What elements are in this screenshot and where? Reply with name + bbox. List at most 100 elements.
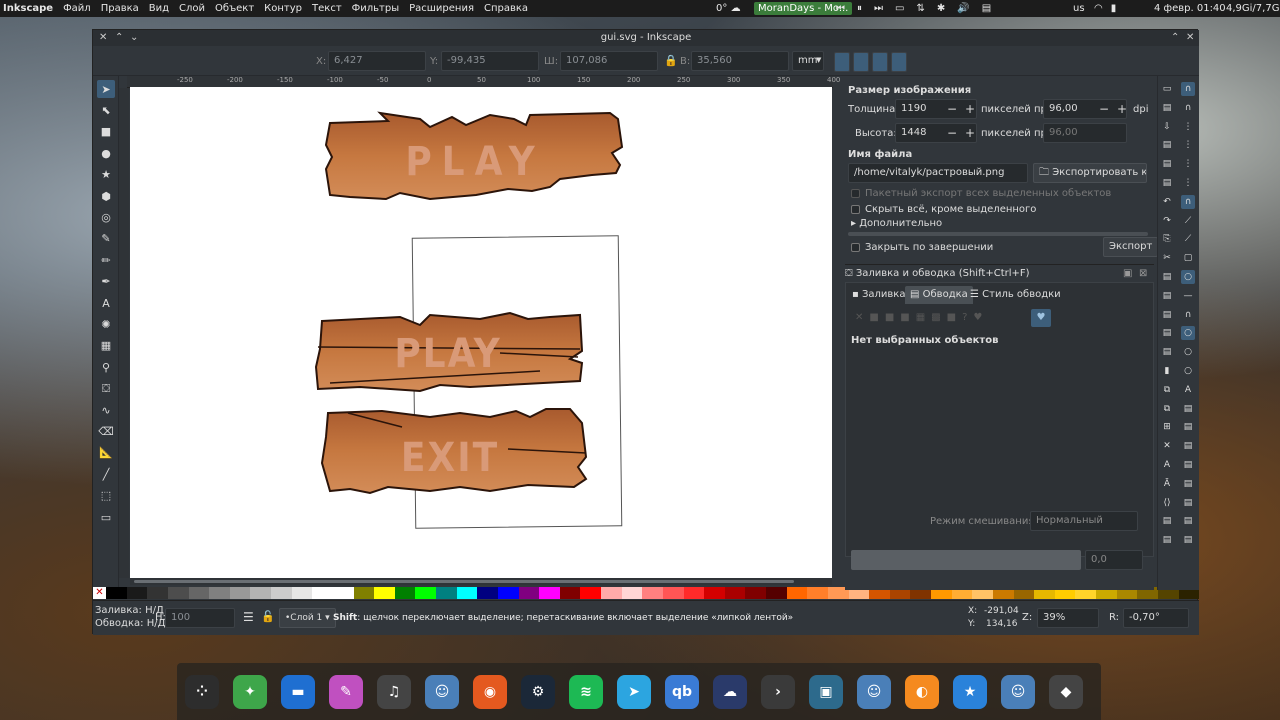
godot2-icon[interactable]: ☺ xyxy=(857,675,891,709)
dropper-tool-icon[interactable]: ⚲ xyxy=(97,358,115,376)
w-field[interactable]: 107,086 xyxy=(560,51,658,71)
color-swatch[interactable] xyxy=(271,587,292,599)
menu-4[interactable]: Объект xyxy=(210,3,259,14)
mesh-gradient-icon[interactable]: ▦ xyxy=(916,312,925,326)
color-swatch[interactable] xyxy=(745,587,766,599)
color-swatch[interactable] xyxy=(147,587,168,599)
color-swatch[interactable] xyxy=(724,587,746,599)
battery-icon[interactable]: ▮ xyxy=(1111,3,1117,14)
command-icon[interactable]: ⟨⟩ xyxy=(1160,496,1174,510)
snap-icon[interactable]: ⟋ xyxy=(1181,214,1195,228)
qbittorrent-icon[interactable]: qb xyxy=(665,675,699,709)
command-icon[interactable]: ▤ xyxy=(1160,533,1174,547)
rect-tool-icon[interactable]: ■ xyxy=(97,123,115,141)
snap-icon[interactable]: ▤ xyxy=(1181,496,1195,510)
filename-field[interactable]: /home/vitalyk/растровый.png xyxy=(848,163,1028,183)
color-swatch[interactable] xyxy=(456,587,478,599)
menu-9[interactable]: Справка xyxy=(479,3,533,14)
color-swatch[interactable] xyxy=(807,587,828,599)
tab-fill[interactable]: ▪ Заливка xyxy=(847,286,910,304)
3dbox-tool-icon[interactable]: ⬢ xyxy=(97,187,115,205)
snap-icon[interactable]: A xyxy=(1181,383,1195,397)
snap-icon[interactable]: ▤ xyxy=(1181,420,1195,434)
firefox-icon[interactable]: ◉ xyxy=(473,675,507,709)
keyboard-layout[interactable]: us xyxy=(1073,0,1085,17)
color-swatch[interactable] xyxy=(415,587,436,599)
color-swatch[interactable] xyxy=(312,587,333,599)
height-minus-icon[interactable]: − xyxy=(947,126,957,140)
vertical-ruler[interactable] xyxy=(119,88,129,578)
snap-icon[interactable]: ⟋ xyxy=(1181,232,1195,246)
spiral-tool-icon[interactable]: ◎ xyxy=(97,208,115,226)
menu-7[interactable]: Фильтры xyxy=(347,3,404,14)
snap-icon[interactable]: ⋮ xyxy=(1181,157,1195,171)
command-icon[interactable]: ⧉ xyxy=(1160,383,1174,397)
color-swatch[interactable] xyxy=(209,587,230,599)
dpi-field[interactable]: 96,00 xyxy=(1043,99,1127,119)
snap-icon[interactable]: ∩ xyxy=(1181,101,1195,115)
color-swatch[interactable] xyxy=(229,587,251,599)
command-icon[interactable]: ↷ xyxy=(1160,214,1174,228)
command-icon[interactable]: ▤ xyxy=(1160,514,1174,528)
command-icon[interactable]: ✂ xyxy=(1160,251,1174,265)
color-swatch[interactable] xyxy=(559,587,581,599)
page-tool-icon[interactable]: ▭ xyxy=(97,508,115,526)
close-window-icon[interactable]: ✕ xyxy=(1186,30,1194,46)
pause-icon[interactable]: ⏸ xyxy=(857,3,862,14)
ellipse-tool-icon[interactable]: ● xyxy=(97,144,115,162)
clock[interactable]: 4 февр. 01:40 xyxy=(1154,0,1226,17)
menu-1[interactable]: Правка xyxy=(96,3,144,14)
spray-tool-icon[interactable]: ✺ xyxy=(97,315,115,333)
clipboard-icon[interactable]: ▤ xyxy=(982,3,991,14)
command-icon[interactable]: ▤ xyxy=(1160,308,1174,322)
keep-above-icon[interactable]: ⌃ xyxy=(115,30,123,46)
h-field[interactable]: 35,560 xyxy=(691,51,789,71)
rotate-field[interactable]: -0,70° xyxy=(1123,608,1189,628)
swatch-icon[interactable]: ■ xyxy=(947,312,956,326)
linear-gradient-icon[interactable]: ■ xyxy=(885,312,894,326)
snap-icon[interactable]: ⋮ xyxy=(1181,120,1195,134)
color-swatch[interactable] xyxy=(436,587,457,599)
measure-tool-icon[interactable]: 📐 xyxy=(97,444,115,462)
screen-icon[interactable]: ▭ xyxy=(895,3,904,14)
color-swatch[interactable] xyxy=(580,587,601,599)
command-icon[interactable]: ⇩ xyxy=(1160,120,1174,134)
color-swatch[interactable] xyxy=(497,587,519,599)
export-button[interactable]: Экспорт xyxy=(1103,237,1159,257)
tab-stroke[interactable]: ▤ Обводка xyxy=(905,286,973,304)
cloud-icon[interactable]: ☁ xyxy=(713,675,747,709)
command-icon[interactable]: ▤ xyxy=(1160,289,1174,303)
command-icon[interactable]: ⧉ xyxy=(1160,402,1174,416)
color-swatch[interactable] xyxy=(621,587,643,599)
command-icon[interactable]: ▤ xyxy=(1160,176,1174,190)
snap-icon[interactable]: ∩ xyxy=(1181,82,1195,96)
mesh-tool-icon[interactable]: ▦ xyxy=(97,337,115,355)
dpi-plus-icon[interactable]: + xyxy=(1117,102,1127,116)
menu-8[interactable]: Расширения xyxy=(404,3,479,14)
drawing-canvas[interactable]: PLAY PLAY EXIT xyxy=(130,87,832,578)
command-icon[interactable]: ▭ xyxy=(1160,82,1174,96)
command-icon[interactable]: Ā xyxy=(1160,477,1174,491)
blender-icon[interactable]: ◐ xyxy=(905,675,939,709)
layer-opacity-field[interactable]: 100 xyxy=(165,608,235,628)
dpi-minus-icon[interactable]: − xyxy=(1099,102,1109,116)
unset-icon[interactable]: ? xyxy=(962,312,967,326)
snap-icon[interactable]: ∩ xyxy=(1181,308,1195,322)
command-icon[interactable]: ▤ xyxy=(1160,270,1174,284)
menu-3[interactable]: Слой xyxy=(174,3,210,14)
snap-icon[interactable]: — xyxy=(1181,289,1195,303)
color-swatch[interactable] xyxy=(683,587,705,599)
gimp-icon[interactable]: ✎ xyxy=(329,675,363,709)
no-color-swatch[interactable]: ✕ xyxy=(93,587,106,599)
bluetooth-icon[interactable]: ✱ xyxy=(937,3,945,14)
layer-select[interactable]: •Слой 1 ▾ xyxy=(279,608,336,628)
flat-color-icon[interactable]: ■ xyxy=(869,312,878,326)
snap-icon[interactable]: ▤ xyxy=(1181,477,1195,491)
files-icon[interactable]: ▬ xyxy=(281,675,315,709)
color-swatch[interactable] xyxy=(601,587,622,599)
command-icon[interactable]: A xyxy=(1160,458,1174,472)
eraser-tool-icon[interactable]: ⌫ xyxy=(97,422,115,440)
snap-icon[interactable]: ○ xyxy=(1181,364,1195,378)
color-swatch[interactable] xyxy=(394,587,416,599)
heart-icon[interactable]: ♥ xyxy=(973,312,982,326)
